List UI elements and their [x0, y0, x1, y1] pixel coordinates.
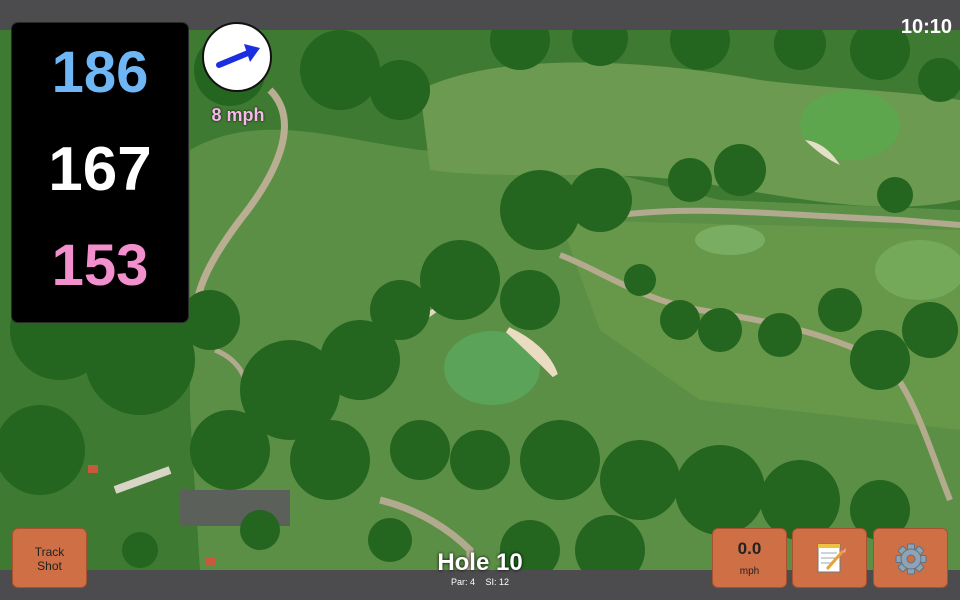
- track-shot-button[interactable]: Track Shot: [12, 528, 87, 588]
- speed-button[interactable]: 0.0 mph: [712, 528, 787, 588]
- track-shot-label-line2: Shot: [37, 559, 62, 573]
- wind-speed: 8 mph: [211, 105, 265, 125]
- gear-icon: [895, 543, 927, 575]
- speed-value: 0.0: [737, 539, 762, 558]
- hole-stroke-index: SI: 12: [485, 577, 510, 587]
- notepad-icon: [817, 543, 846, 573]
- track-shot-label-line1: Track: [34, 545, 65, 559]
- front-distance: 153: [51, 233, 149, 298]
- arrow-icon: [216, 44, 260, 68]
- clock: 10:10: [900, 16, 952, 38]
- distance-panel: 186 167 153: [11, 22, 189, 323]
- wind-direction-indicator: [202, 22, 272, 92]
- back-distance: 186: [51, 40, 149, 105]
- hole-title: Hole 10: [437, 549, 523, 576]
- speed-unit: mph: [739, 566, 760, 577]
- settings-button[interactable]: [873, 528, 948, 588]
- middle-distance: 167: [48, 135, 152, 204]
- hole-info: Par: 4 SI: 12: [380, 577, 580, 587]
- hole-par: Par: 4: [450, 577, 475, 587]
- notes-button[interactable]: [792, 528, 867, 588]
